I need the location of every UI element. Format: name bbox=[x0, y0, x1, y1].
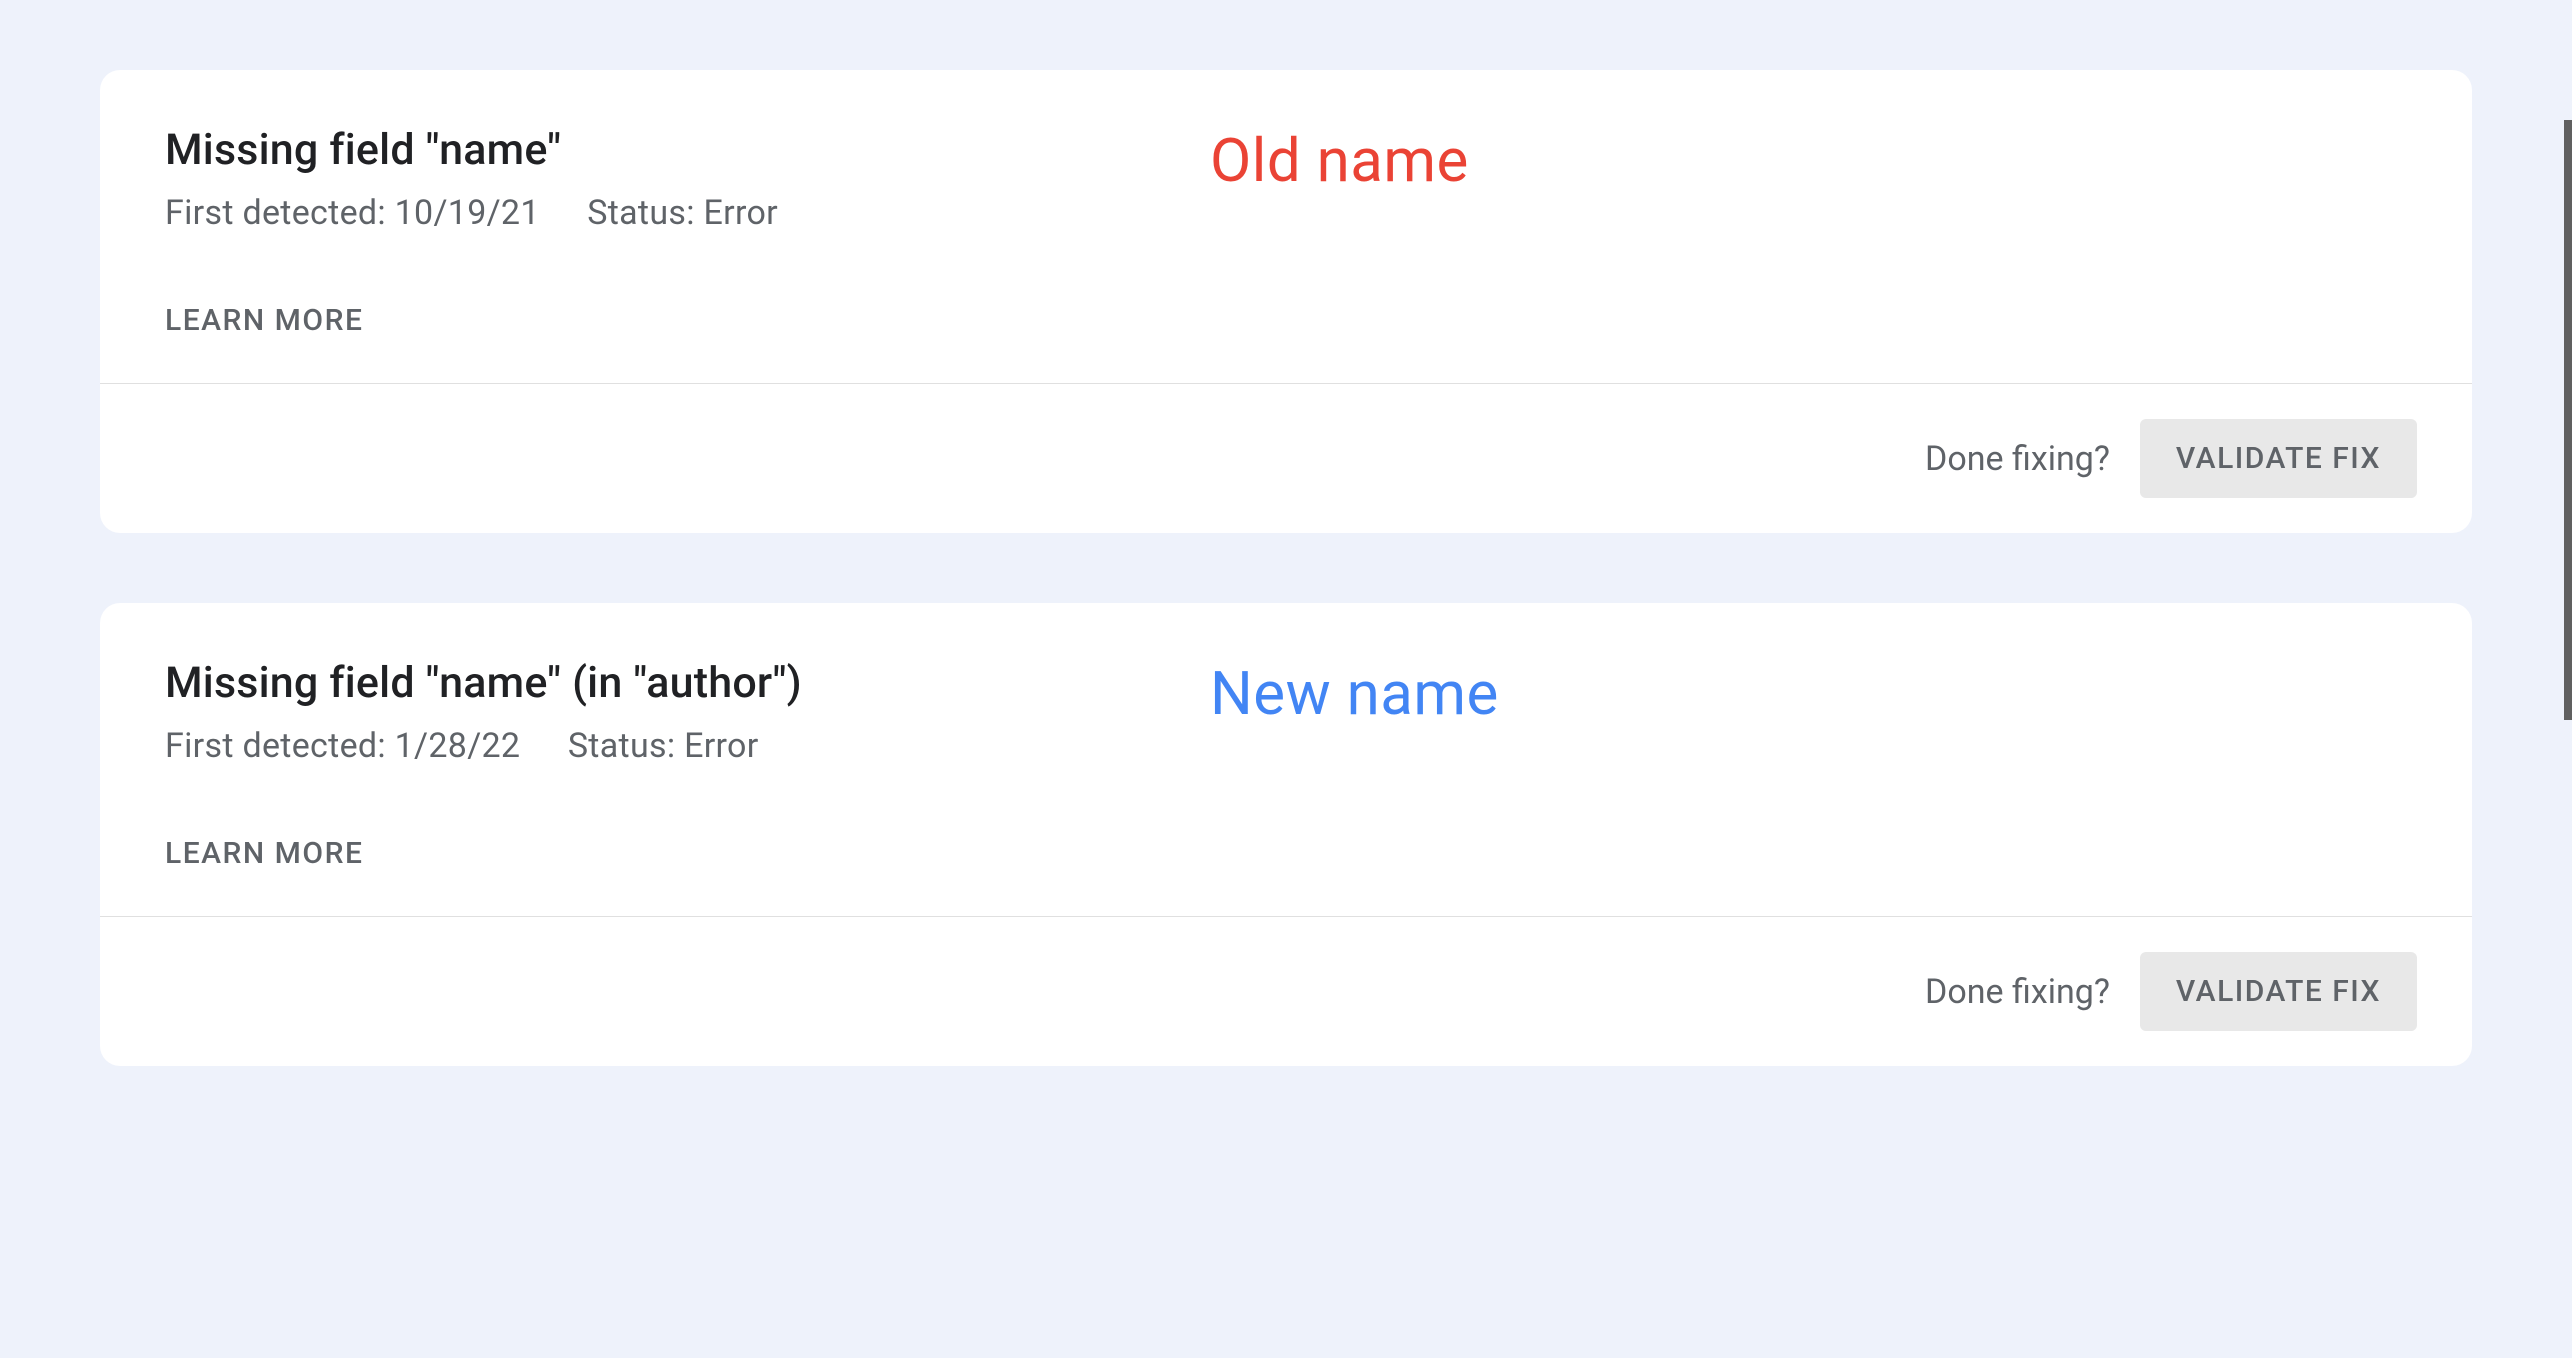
learn-more-link[interactable]: LEARN MORE bbox=[165, 303, 363, 338]
card-header: Missing field "name" (in "author") First… bbox=[100, 603, 2472, 806]
validate-fix-button[interactable]: VALIDATE FIX bbox=[2140, 952, 2417, 1031]
issue-meta: First detected: 1/28/22 Status: Error bbox=[165, 726, 2407, 766]
card-footer: Done fixing? VALIDATE FIX bbox=[100, 383, 2472, 533]
done-fixing-label: Done fixing? bbox=[1925, 972, 2110, 1012]
issue-card-new: Missing field "name" (in "author") First… bbox=[100, 603, 2472, 1066]
learn-more-section: LEARN MORE bbox=[100, 273, 2472, 383]
first-detected-value: 1/28/22 bbox=[395, 726, 521, 766]
learn-more-link[interactable]: LEARN MORE bbox=[165, 836, 363, 871]
status-label: Status: bbox=[568, 726, 676, 766]
issue-card-old: Missing field "name" First detected: 10/… bbox=[100, 70, 2472, 533]
status-value: Error bbox=[684, 726, 758, 766]
card-header: Missing field "name" First detected: 10/… bbox=[100, 70, 2472, 273]
annotation-new-name: New name bbox=[1210, 658, 1499, 729]
annotation-old-name: Old name bbox=[1210, 125, 1469, 196]
done-fixing-label: Done fixing? bbox=[1925, 439, 2110, 479]
first-detected-label: First detected: bbox=[165, 726, 386, 766]
learn-more-section: LEARN MORE bbox=[100, 806, 2472, 916]
issue-meta: First detected: 10/19/21 Status: Error bbox=[165, 193, 2407, 233]
status-value: Error bbox=[704, 193, 778, 233]
first-detected-value: 10/19/21 bbox=[395, 193, 540, 233]
card-footer: Done fixing? VALIDATE FIX bbox=[100, 916, 2472, 1066]
status-label: Status: bbox=[587, 193, 695, 233]
validate-fix-button[interactable]: VALIDATE FIX bbox=[2140, 419, 2417, 498]
first-detected-label: First detected: bbox=[165, 193, 386, 233]
scrollbar-indicator[interactable] bbox=[2564, 120, 2572, 720]
